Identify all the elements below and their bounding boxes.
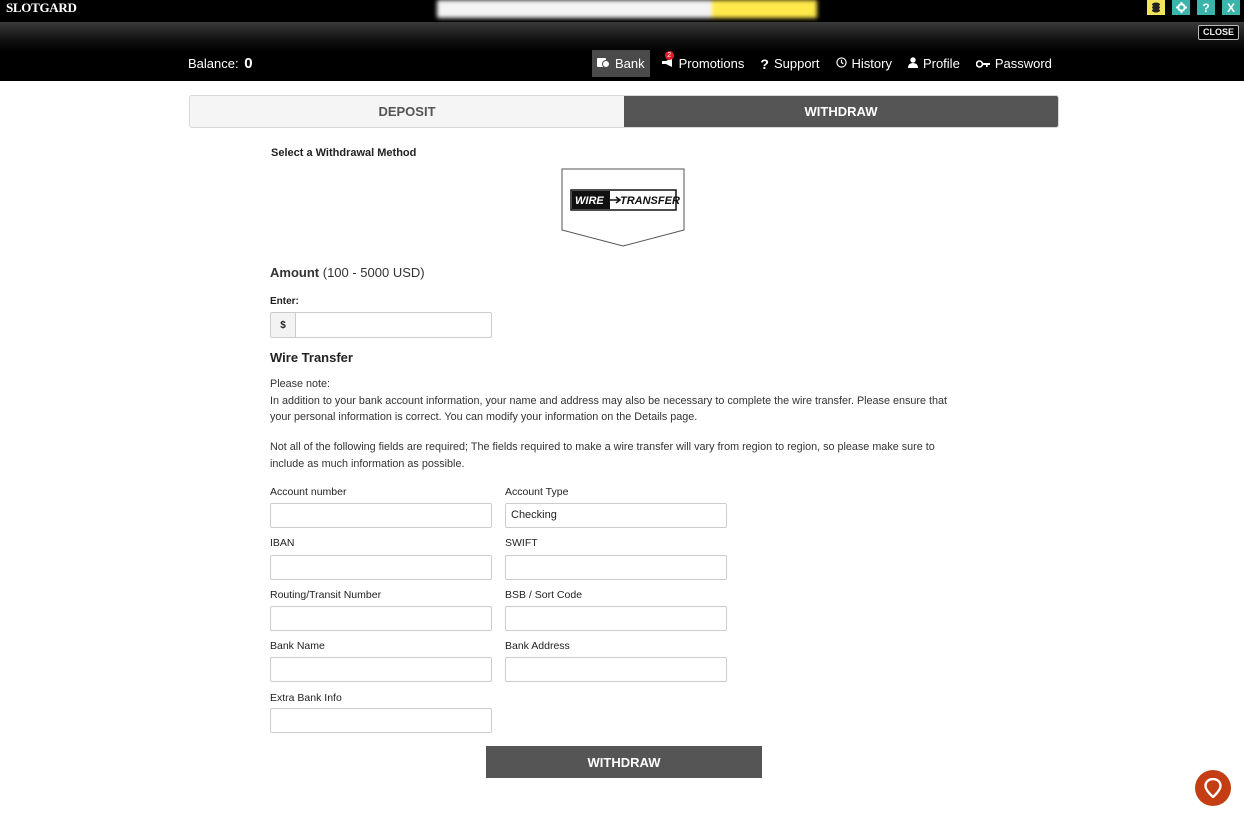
gear-icon[interactable] [1172, 0, 1190, 15]
select-method-label: Select a Withdrawal Method [271, 147, 417, 159]
chat-button[interactable] [1195, 770, 1231, 806]
extra-info-label: Extra Bank Info [270, 692, 342, 704]
tab-deposit[interactable]: DEPOSIT [190, 96, 624, 127]
bank-address-input[interactable] [505, 657, 727, 682]
nav-profile-label: Profile [922, 56, 960, 71]
amount-input-group: $ [270, 312, 492, 338]
extra-info-input[interactable] [270, 708, 492, 733]
bank-name-label: Bank Name [270, 640, 325, 652]
amount-input[interactable] [296, 313, 491, 337]
amount-heading: Amount (100 - 5000 USD) [270, 265, 425, 280]
nav-bank[interactable]: Bank [592, 50, 650, 77]
account-number-label: Account number [270, 486, 347, 498]
close-icon[interactable]: X [1222, 0, 1240, 15]
top-icons: ? X [1147, 0, 1240, 15]
nav-support-label: Support [773, 56, 820, 71]
nav-promotions[interactable]: 2 Promotions [656, 50, 750, 77]
note-body: In addition to your bank account informa… [270, 394, 947, 424]
promotions-badge: 2 [664, 51, 674, 60]
bank-address-label: Bank Address [505, 640, 570, 652]
swift-input[interactable] [505, 555, 727, 580]
wire-transfer-method-card[interactable]: WIRE TRANSFER [561, 168, 686, 248]
account-header: CLOSE Balance: 0 Bank 2 Promotions ? Sup… [0, 22, 1244, 81]
help-icon[interactable]: ? [1197, 0, 1215, 15]
swift-label: SWIFT [505, 537, 538, 549]
history-icon [835, 56, 847, 71]
iban-input[interactable] [270, 555, 492, 580]
nav-history-label: History [851, 56, 892, 71]
amount-range: (100 - 5000 USD) [322, 265, 425, 280]
enter-label: Enter: [270, 296, 299, 307]
nav-support[interactable]: ? Support [755, 50, 824, 77]
iban-label: IBAN [270, 537, 295, 549]
nav-history[interactable]: History [831, 50, 897, 77]
wire-transfer-title: Wire Transfer [270, 350, 353, 365]
amount-label: Amount [270, 265, 320, 280]
nav-password[interactable]: Password [971, 50, 1057, 77]
blurred-search-bar[interactable] [437, 0, 817, 18]
withdraw-button[interactable]: WITHDRAW [486, 746, 762, 778]
account-number-input[interactable] [270, 503, 492, 528]
location-pin-icon [1204, 778, 1222, 798]
bank-tabs: DEPOSIT WITHDRAW [189, 95, 1059, 128]
site-logo[interactable]: SLOTGARD [6, 0, 77, 15]
wire-note: Please note: In addition to your bank ac… [270, 376, 970, 426]
account-nav: Bank 2 Promotions ? Support History Prof… [592, 50, 1063, 77]
bsb-label: BSB / Sort Code [505, 589, 583, 601]
bank-icon [597, 57, 610, 71]
top-bar: SLOTGARD ? X [0, 0, 1244, 22]
balance-label: Balance: [188, 56, 239, 71]
nav-profile[interactable]: Profile [903, 50, 965, 77]
currency-symbol: $ [271, 313, 296, 337]
account-type-label: Account Type [505, 486, 569, 498]
user-icon [907, 56, 918, 71]
coin-icon[interactable] [1147, 0, 1165, 15]
balance-display: Balance: 0 [188, 55, 253, 72]
tab-withdraw[interactable]: WITHDRAW [624, 96, 1058, 127]
account-type-select[interactable]: Checking [505, 503, 727, 528]
nav-password-label: Password [994, 56, 1052, 71]
nav-bank-label: Bank [615, 56, 645, 71]
wire-note-fields: Not all of the following fields are requ… [270, 441, 935, 470]
question-icon: ? [760, 55, 769, 72]
wire-logo-right: TRANSFER [620, 195, 680, 207]
balance-value: 0 [244, 55, 253, 72]
key-icon [975, 57, 990, 71]
bank-name-input[interactable] [270, 657, 492, 682]
nav-promotions-label: Promotions [678, 56, 745, 71]
note-heading: Please note: [270, 378, 331, 390]
close-button[interactable]: CLOSE [1197, 25, 1239, 40]
wire-logo-left: WIRE [575, 195, 604, 207]
routing-input[interactable] [270, 606, 492, 631]
routing-label: Routing/Transit Number [270, 589, 382, 601]
blurred-search-button[interactable] [712, 0, 817, 18]
bsb-input[interactable] [505, 606, 727, 631]
wire-transfer-logo: WIRE TRANSFER [561, 168, 685, 247]
